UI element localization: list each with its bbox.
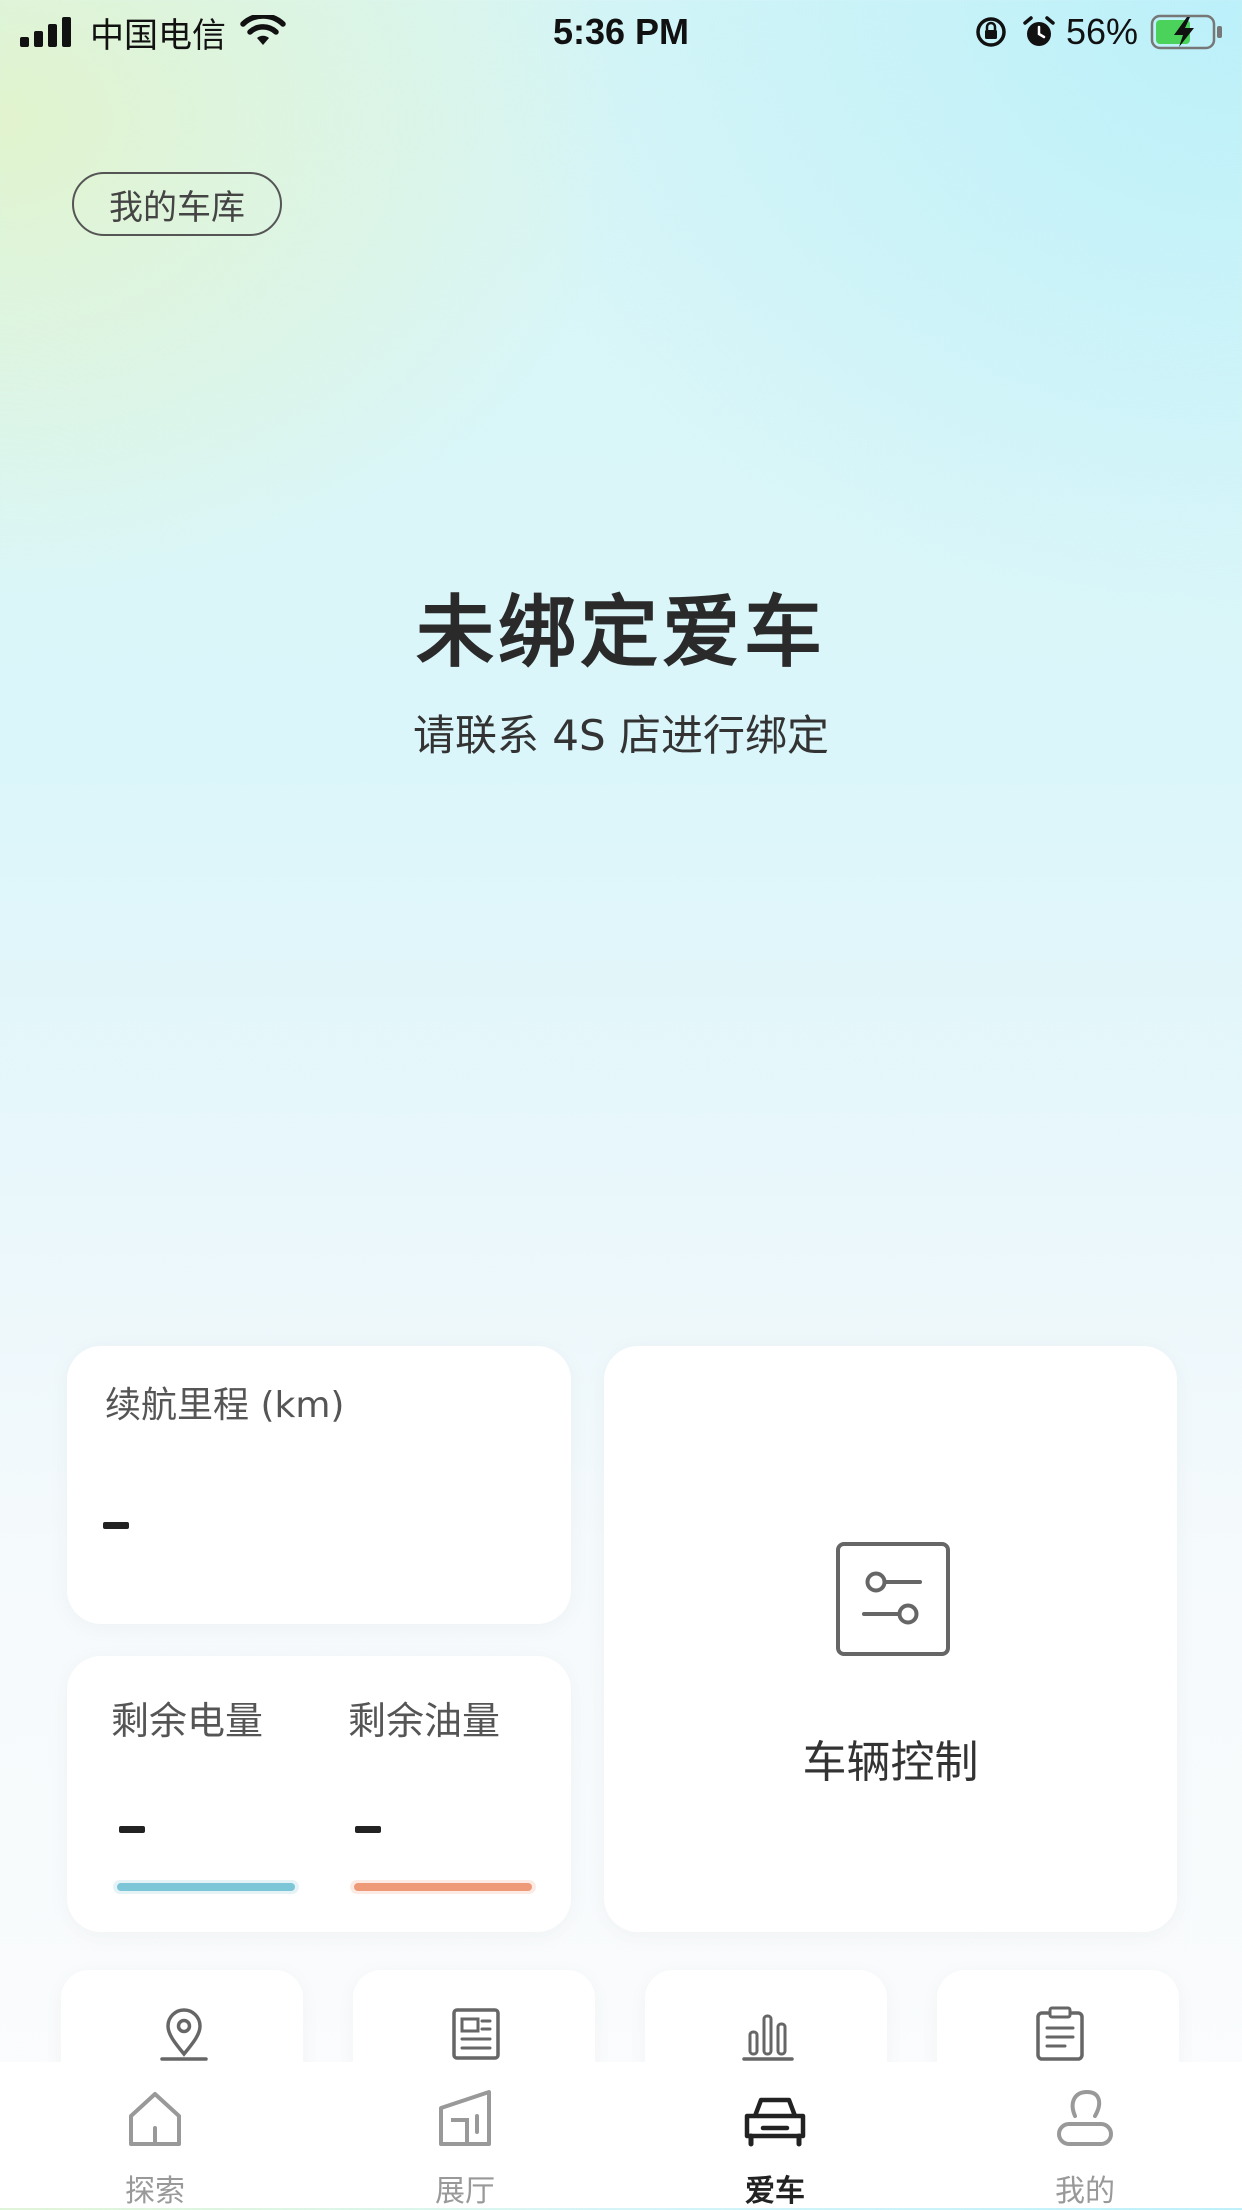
home-icon xyxy=(129,2092,181,2146)
battery-percentage: 56% xyxy=(1065,11,1138,52)
sliders-icon xyxy=(836,1542,950,1656)
alarm-icon xyxy=(1023,16,1055,46)
tab-profile-label: 我的 xyxy=(1055,2174,1115,2209)
bottom-tab-bar: 探索 展厅 爱车 我的 xyxy=(0,2062,1242,2209)
news-icon xyxy=(452,2008,500,2060)
my-garage-button[interactable]: 我的车库 xyxy=(72,172,282,236)
battery-level-bar-fill xyxy=(117,1883,295,1891)
tab-my-car-label: 爱车 xyxy=(745,2174,805,2209)
rotation-lock-icon xyxy=(976,17,1006,47)
energy-levels-card[interactable]: 剩余电量 剩余油量 xyxy=(67,1656,571,1932)
bind-instruction-text: 请联系 4S 店进行绑定 xyxy=(412,711,830,760)
battery-charging-icon xyxy=(1150,14,1222,50)
fuel-level-bar-fill xyxy=(354,1883,532,1891)
showroom-icon xyxy=(439,2090,491,2146)
vehicle-control-label: 车辆控制 xyxy=(802,1737,979,1788)
tab-showroom-label: 展厅 xyxy=(435,2174,495,2209)
bar-chart-icon xyxy=(742,2014,794,2061)
location-pin-icon xyxy=(160,2008,208,2061)
unbound-car-title: 未绑定爱车 xyxy=(415,588,826,678)
range-label: 续航里程 (km) xyxy=(105,1385,345,1426)
profile-icon xyxy=(1057,2089,1113,2146)
range-card[interactable]: 续航里程 (km) xyxy=(67,1346,571,1624)
tab-explore[interactable]: 探索 xyxy=(0,2062,310,2209)
tab-explore-label: 探索 xyxy=(125,2174,185,2209)
battery-level-label: 剩余电量 xyxy=(111,1699,264,1743)
fuel-level-label: 剩余油量 xyxy=(348,1699,501,1743)
tab-my-car[interactable]: 爱车 xyxy=(620,2062,930,2209)
battery-level-bar xyxy=(113,1880,299,1894)
clipboard-icon xyxy=(1036,2006,1084,2061)
car-icon xyxy=(744,2097,806,2147)
fuel-level-placeholder xyxy=(355,1826,381,1833)
tab-profile[interactable]: 我的 xyxy=(930,2062,1240,2209)
range-value-placeholder xyxy=(103,1522,129,1529)
battery-level-placeholder xyxy=(119,1826,145,1833)
status-right: 56% xyxy=(974,8,1224,56)
tab-showroom[interactable]: 展厅 xyxy=(310,2062,620,2209)
fuel-level-bar xyxy=(350,1880,536,1894)
status-bar: 中国电信 5:36 PM 56% xyxy=(0,0,1242,64)
vehicle-control-card[interactable]: 车辆控制 xyxy=(604,1346,1177,1932)
